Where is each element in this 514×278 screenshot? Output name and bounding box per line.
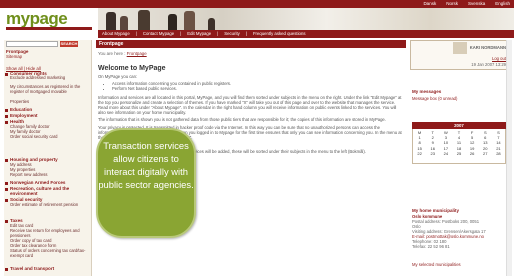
sidebar-subitem[interactable]: My circumstances as registered in the re… (10, 84, 90, 95)
message-box-link[interactable]: Message box (0 unread) (412, 96, 508, 101)
sidebar-sitemap[interactable]: Sitemap (6, 54, 90, 59)
mypage-logo[interactable]: mypage (6, 9, 68, 29)
lang-link-dansk[interactable]: Dansk (423, 0, 436, 8)
search-row: SEARCH (6, 41, 78, 47)
avatar (452, 42, 467, 54)
user-name: KARI NORDMANN (412, 42, 506, 54)
main-nav: About Mypage | Contact Mypage | Edit Mypag… (98, 30, 514, 38)
page-title: Welcome to MyPage (98, 65, 166, 72)
nav-edit[interactable]: Edit Mypage (187, 30, 211, 38)
bullet-icon (5, 199, 8, 202)
header-photo-strip (98, 8, 514, 30)
log-out-link[interactable]: Log out (412, 56, 506, 61)
municipality-line: Telefax: 22 52 96 81 (412, 244, 450, 249)
sidebar-subitem[interactable]: Status of orders concerning tax card/tax… (10, 248, 90, 259)
my-messages-heading: My messages (412, 89, 442, 94)
nav-about[interactable]: About Mypage (102, 30, 130, 38)
sidebar-subitem[interactable]: Order social security card (10, 134, 90, 140)
last-login: 19 Jan 2007 13:29 (471, 62, 506, 67)
calendar-day[interactable]: 22 (413, 151, 426, 156)
calendar-day[interactable]: 24 (439, 151, 452, 156)
bullet-icon (5, 109, 8, 112)
calendar-day[interactable]: 26 (466, 151, 479, 156)
bullet-icon (5, 220, 8, 223)
paragraph: The information that is shown you is not… (98, 117, 386, 123)
nav-contact[interactable]: Contact Mypage (143, 30, 174, 38)
municipality-heading: My home municipality (412, 208, 460, 213)
sidebar-item-armed-forces[interactable]: Norwegian Armed Forces (10, 180, 94, 185)
paragraph: Information and services are all located… (98, 94, 402, 116)
sidebar-item-recreation[interactable]: Recreation, culture and the environment (10, 186, 94, 196)
callout-text: Transaction services allow citizens to i… (98, 140, 194, 190)
nav-security[interactable]: Security (224, 30, 240, 38)
bullet-icon (5, 268, 8, 271)
sidebar-subitem[interactable]: Properties (10, 99, 90, 105)
bullet-icon (5, 115, 8, 118)
sidebar-item-employment[interactable]: Employment (10, 113, 94, 118)
top-bar: Dansk Norsk Svenska English (0, 0, 514, 8)
lang-link-norsk[interactable]: Norsk (446, 0, 458, 8)
sidebar-item-education[interactable]: Education (10, 107, 94, 112)
sidebar-subitem[interactable]: Order estimate of retirement pension (10, 202, 90, 208)
lang-link-english[interactable]: English (495, 0, 510, 8)
nav-faq[interactable]: Frequently asked questions (253, 30, 306, 38)
calendar-grid: M T W T F S S 1 2 3 4 5 6 7 8 9 10 11 12… (413, 130, 505, 156)
search-button[interactable]: SEARCH (60, 41, 78, 47)
breadcrumb: You are here : Frontpage (98, 51, 147, 56)
search-input[interactable] (6, 41, 58, 47)
calendar-day[interactable]: 25 (452, 151, 465, 156)
language-links: Dansk Norsk Svenska English (423, 0, 510, 8)
logo-underline (6, 27, 92, 30)
page-title-bar: Frontpage (96, 40, 406, 48)
breadcrumb-label: You are here : (98, 51, 126, 56)
sidebar-subitem[interactable]: Report new address (10, 172, 90, 178)
bullet-item: Perform Net based public services. (112, 86, 402, 91)
calendar-header: 2007 (412, 122, 506, 129)
sidebar-item-travel[interactable]: Travel and transport (10, 266, 94, 271)
sidebar-subitem[interactable]: Exclude addressed marketing (10, 75, 90, 81)
calendar-day[interactable]: 28 (492, 151, 505, 156)
bullet-icon (5, 188, 8, 191)
scrollbar[interactable] (506, 40, 512, 276)
bullet-icon (5, 159, 8, 162)
breadcrumb-link[interactable]: Frontpage (127, 51, 147, 56)
bullet-icon (5, 182, 8, 185)
selected-municipalities-link[interactable]: My selected municipalities (412, 262, 508, 267)
bullet-icon (5, 73, 8, 76)
calendar-day[interactable]: 27 (479, 151, 492, 156)
intro-text: On MyPage you can: (98, 74, 138, 79)
calendar-day[interactable]: 23 (426, 151, 439, 156)
bullet-icon (5, 121, 8, 124)
lang-link-svenska[interactable]: Svenska (468, 0, 485, 8)
